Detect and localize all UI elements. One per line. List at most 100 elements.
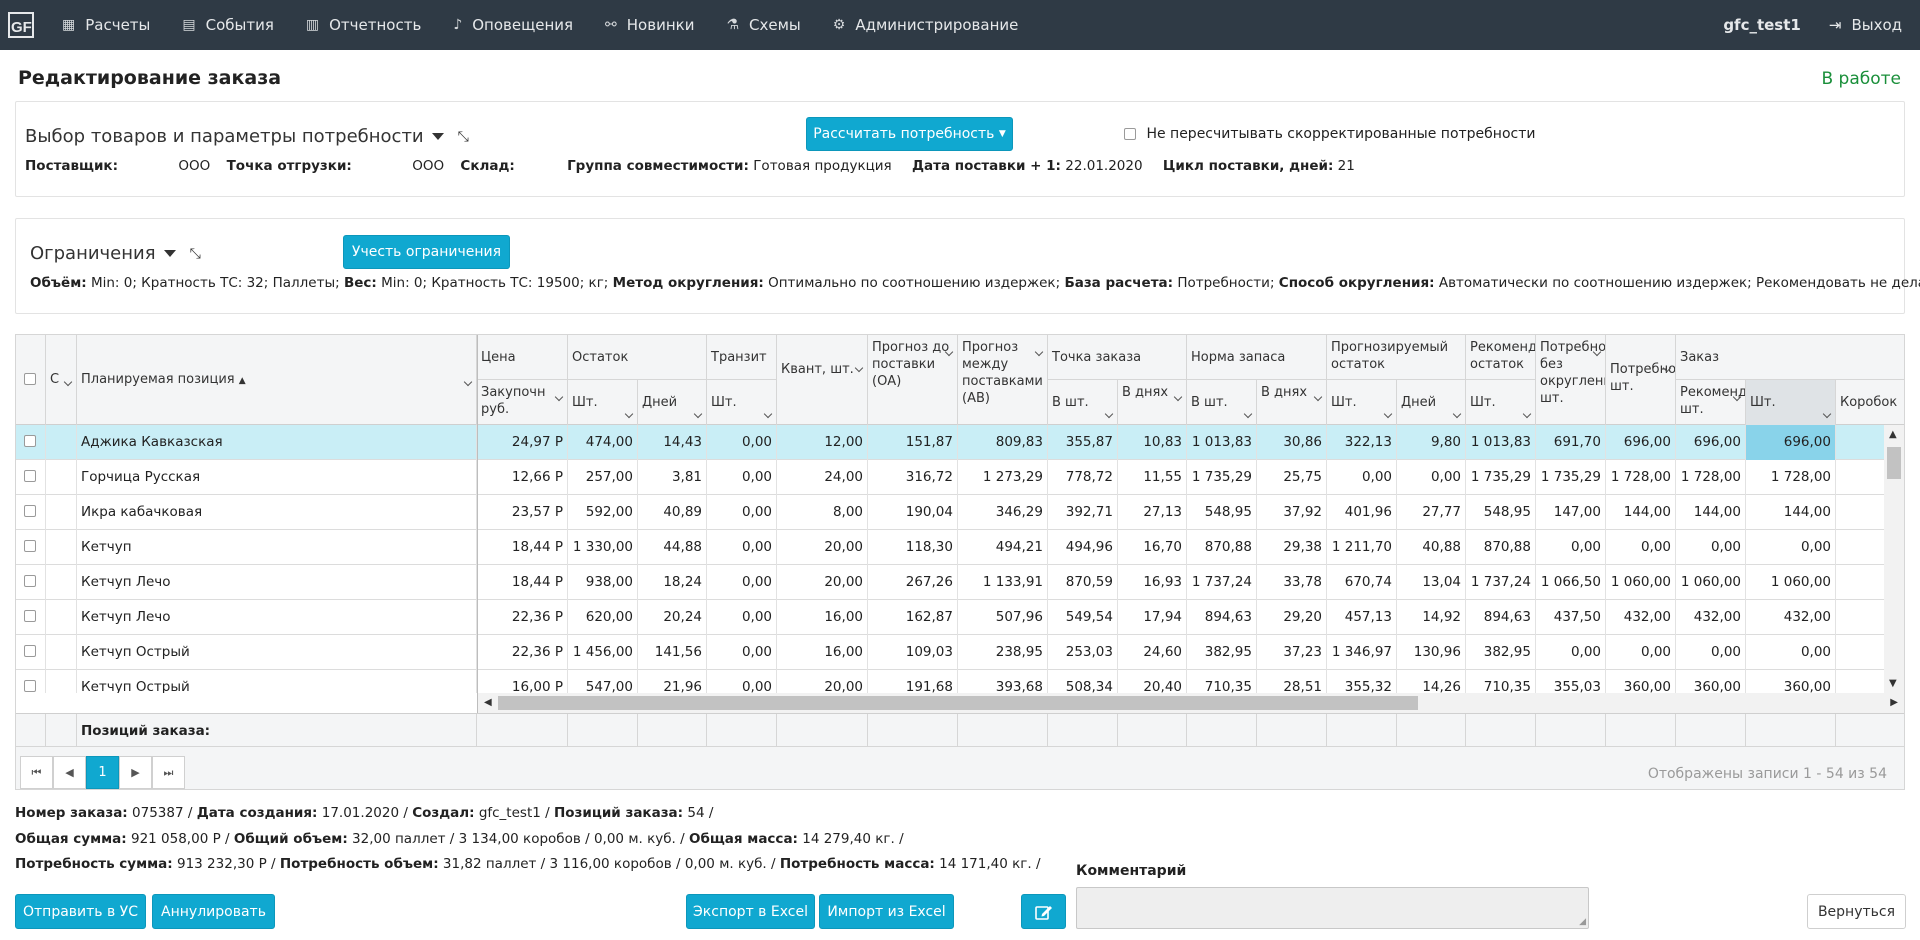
nav-item-0[interactable]: ▦ Расчеты [46,0,166,50]
row-select-cell[interactable] [16,565,46,600]
row-value-cell[interactable]: 144,00 [1746,495,1836,530]
chevron-down-icon[interactable] [1452,409,1462,419]
nav-item-6[interactable]: ⚙ Администрирование [817,0,1035,50]
header-c[interactable]: С [46,335,77,425]
selection-heading[interactable]: Выбор товаров и параметры потребности ⤡ [25,126,469,147]
table-row[interactable]: Аджика Кавказская 24,97 Р 474,00 14,43 0,00 1… [16,425,1886,460]
row-position-name[interactable]: Кетчуп Острый [77,635,477,670]
chevron-down-icon[interactable] [763,409,773,419]
chevron-down-icon[interactable] [463,377,473,387]
row-select-cell[interactable] [16,460,46,495]
row-position-name[interactable]: Горчица Русская [77,460,477,495]
export-excel-button[interactable]: Экспорт в Excel [686,894,815,929]
row-position-name[interactable]: Кетчуп [77,530,477,565]
nav-item-4[interactable]: ⚯ Новинки [589,0,710,50]
edit-comment-button[interactable] [1021,894,1066,929]
header-norm-days[interactable]: В днях [1257,380,1327,425]
current-user[interactable]: gfc_test1 [1705,16,1819,34]
row-select-cell[interactable] [16,670,46,693]
row-value-cell[interactable]: 0,00 [1746,530,1836,565]
row-position-name[interactable]: Икра кабачковая [77,495,477,530]
header-quant[interactable]: Квант, шт. [777,335,868,425]
row-checkbox[interactable] [24,470,36,482]
table-row[interactable]: Кетчуп Острый 16,00 Р 547,00 21,96 0,00 20,00… [16,670,1886,693]
header-transit-pcs[interactable]: Шт. [707,380,777,425]
chevron-down-icon[interactable] [624,409,634,419]
table-row[interactable]: Горчица Русская 12,66 Р 257,00 3,81 0,00 24,0… [16,460,1886,495]
chevron-down-icon[interactable] [1383,409,1393,419]
chevron-down-icon[interactable] [693,409,703,419]
vertical-scroll-thumb[interactable] [1887,447,1901,479]
chevron-down-icon[interactable] [1822,409,1832,419]
row-checkbox[interactable] [24,680,36,692]
nav-item-3[interactable]: ♪ Оповещения [437,0,589,50]
collapse-icon[interactable]: ⤡ [458,129,469,145]
chevron-down-icon[interactable] [854,363,864,373]
chevron-down-icon[interactable] [63,377,73,387]
collapse-icon[interactable]: ⤡ [190,246,201,262]
header-select-all[interactable] [16,335,46,425]
row-select-cell[interactable] [16,635,46,670]
row-position-name[interactable]: Кетчуп Лечо [77,600,477,635]
annul-button[interactable]: Аннулировать [152,894,275,929]
row-checkbox[interactable] [24,435,36,447]
chevron-down-icon[interactable] [1243,409,1253,419]
row-checkbox[interactable] [24,540,36,552]
header-order-boxes[interactable]: Коробок [1836,380,1904,425]
header-norm-pcs[interactable]: В шт. [1187,380,1257,425]
row-value-cell[interactable]: 0,00 [1746,635,1836,670]
apply-limits-button[interactable]: Учесть ограничения [343,235,510,269]
row-select-cell[interactable] [16,495,46,530]
header-need-round[interactable]: Потребность без округления шт. [1536,335,1606,425]
send-button[interactable]: Отправить в УС [15,894,146,929]
chevron-down-icon[interactable] [1034,347,1044,357]
gf-logo[interactable]: GF [4,10,38,40]
table-row[interactable]: Икра кабачковая 23,57 Р 592,00 40,89 0,00 8,0… [16,495,1886,530]
header-rest-pcs[interactable]: Шт. [568,380,638,425]
logout-button[interactable]: ⇥ Выход [1819,16,1920,34]
header-op-days[interactable]: В днях [1118,380,1187,425]
horizontal-scroll-thumb[interactable] [498,696,1418,710]
row-checkbox[interactable] [24,645,36,657]
row-value-cell[interactable]: 696,00 [1746,425,1836,460]
header-forecast-ab[interactable]: Прогноз между поставками (АВ) [958,335,1048,425]
table-row[interactable]: Кетчуп Лечо 22,36 Р 620,00 20,24 0,00 16,00 16… [16,600,1886,635]
row-position-name[interactable]: Аджика Кавказская [77,425,477,460]
chevron-down-icon[interactable] [554,392,564,402]
vertical-scrollbar[interactable]: ▲ ▼ [1884,425,1904,693]
nav-item-2[interactable]: ▥ Отчетность [290,0,437,50]
scroll-down-icon[interactable]: ▼ [1889,678,1897,689]
resize-handle-icon[interactable]: ◢ [1579,917,1586,927]
row-value-cell[interactable]: 1 060,00 [1746,565,1836,600]
header-need[interactable]: Потребность шт. [1606,335,1676,425]
limits-heading[interactable]: Ограничения ⤡ [30,243,201,264]
back-button[interactable]: Вернуться [1807,894,1906,929]
comment-textarea[interactable]: ◢ [1076,887,1589,929]
nav-item-5[interactable]: ⚗ Схемы [710,0,816,50]
row-checkbox[interactable] [24,610,36,622]
no-recalc-option[interactable]: Не пересчитывать скорректированные потре… [1124,126,1535,142]
table-row[interactable]: Кетчуп Острый 22,36 Р1 456,00 141,56 0,00 16… [16,635,1886,670]
table-row[interactable]: Кетчуп Лечо 18,44 Р 938,00 18,24 0,00 20,00 26… [16,565,1886,600]
header-proj-days[interactable]: Дней [1397,380,1466,425]
row-value-cell[interactable]: 1 728,00 [1746,460,1836,495]
horizontal-scrollbar[interactable]: ◀ ▶ [478,693,1904,713]
row-checkbox[interactable] [24,575,36,587]
row-position-name[interactable]: Кетчуп Лечо [77,565,477,600]
nav-item-1[interactable]: ▤ События [166,0,290,50]
header-proj-pcs[interactable]: Шт. [1327,380,1397,425]
row-select-cell[interactable] [16,530,46,565]
row-value-cell[interactable]: 432,00 [1746,600,1836,635]
header-rec-pcs[interactable]: Шт. [1466,380,1536,425]
chevron-down-icon[interactable] [1522,409,1532,419]
header-order-pcs[interactable]: Шт. [1746,380,1836,425]
header-position[interactable]: Планируемая позиция ▲ [77,335,477,425]
import-excel-button[interactable]: Импорт из Excel [819,894,954,929]
row-checkbox[interactable] [24,505,36,517]
chevron-down-icon[interactable] [1313,392,1323,402]
row-position-name[interactable]: Кетчуп Острый [77,670,477,693]
header-forecast-oa[interactable]: Прогноз до поставки (ОА) [868,335,958,425]
header-op-pcs[interactable]: В шт. [1048,380,1118,425]
first-page-button[interactable]: ⏮ [20,756,53,789]
prev-page-button[interactable]: ◀ [53,756,86,789]
